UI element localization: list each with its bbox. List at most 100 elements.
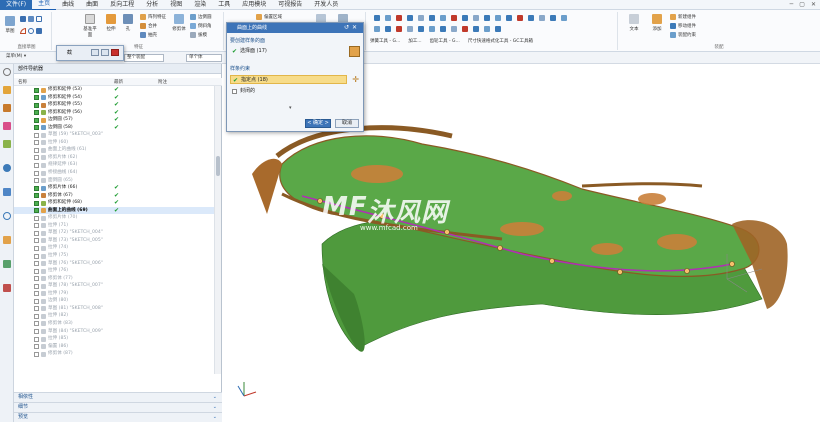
visibility-checkbox[interactable] — [34, 193, 39, 199]
feature-row[interactable]: 拉伸 (60) — [14, 139, 214, 147]
closed-checkbox[interactable] — [232, 89, 237, 94]
visibility-checkbox[interactable] — [34, 238, 39, 244]
visibility-checkbox[interactable] — [34, 170, 39, 176]
face-selection-icon[interactable] — [349, 46, 360, 57]
visibility-checkbox[interactable] — [34, 185, 39, 191]
trim-body-button[interactable]: 修剪体 — [172, 14, 186, 32]
visibility-checkbox[interactable] — [34, 110, 39, 116]
feature-row[interactable]: 修剪和延伸 (55) ✔ — [14, 101, 214, 109]
file-menu[interactable]: 文件(F) — [0, 0, 33, 10]
feature-row[interactable]: 拉伸 (75) — [14, 252, 214, 260]
visibility-checkbox[interactable] — [34, 329, 39, 334]
visibility-checkbox[interactable] — [34, 223, 39, 229]
chamfer-button[interactable]: 倒斜角 — [190, 23, 212, 29]
visibility-checkbox[interactable] — [34, 253, 39, 259]
dialog-title-bar[interactable]: 曲面上的曲线 ↺✕ — [227, 23, 363, 33]
menu-reverse-engineering[interactable]: 反向工程 — [104, 0, 140, 10]
mini-minimize-button[interactable] — [91, 49, 99, 56]
feature-row[interactable]: 拉伸 (76) — [14, 267, 214, 275]
spline-point[interactable] — [497, 245, 503, 251]
part-navigator-icon[interactable] — [3, 122, 11, 130]
mini-maximize-button[interactable] — [101, 49, 109, 56]
gc-tool-icon[interactable] — [506, 15, 512, 21]
column-latest[interactable]: 最新 — [114, 79, 123, 85]
gc-tool-icon[interactable] — [429, 15, 435, 21]
gc-tool-icon[interactable] — [462, 26, 468, 32]
gc-tool-icon[interactable] — [407, 15, 413, 21]
gc-tool-icon[interactable] — [539, 15, 545, 21]
gc-tool-icon[interactable] — [495, 26, 501, 32]
visibility-checkbox[interactable] — [34, 283, 39, 289]
machining-dropdown[interactable]: 加工... — [408, 38, 421, 44]
menu-developer[interactable]: 开发人员 — [308, 0, 344, 10]
spline-point[interactable] — [729, 261, 735, 267]
visibility-checkbox[interactable] — [34, 321, 39, 327]
profile-icon[interactable] — [20, 16, 26, 22]
visibility-checkbox[interactable] — [34, 245, 39, 251]
main-menu-button[interactable]: 菜单(M) ▾ — [4, 54, 34, 62]
circle-icon[interactable] — [28, 28, 34, 34]
visibility-checkbox[interactable] — [34, 155, 39, 161]
feature-row[interactable]: 草图 (84) "SKETCH_009" — [14, 328, 214, 336]
visibility-checkbox[interactable] — [34, 268, 39, 274]
feature-row[interactable]: 修剪片体 (62) — [14, 154, 214, 162]
assembly-scope-select[interactable]: 整个装配 — [124, 54, 164, 62]
visibility-checkbox[interactable] — [34, 178, 39, 184]
closed-checkbox-item[interactable]: 封闭的 — [230, 87, 347, 96]
sketch-button[interactable]: 草图 — [4, 16, 16, 34]
clock-icon[interactable] — [3, 212, 11, 220]
menu-application[interactable]: 应用模块 — [236, 0, 272, 10]
navigator-scrollbar[interactable] — [214, 86, 221, 374]
gc-tool-icon[interactable] — [418, 15, 424, 21]
section-face-to-spline[interactable]: 要创建样条的面 — [230, 37, 265, 44]
column-comment[interactable]: 附注 — [158, 79, 167, 85]
visibility-checkbox[interactable] — [34, 162, 39, 168]
feature-row[interactable]: 修剪和延伸 (56) ✔ — [14, 109, 214, 117]
feature-row[interactable]: 修剪体 (67) ✔ — [14, 192, 214, 200]
feature-row[interactable]: 规律延伸 (63) — [14, 161, 214, 169]
gc-tool-icon[interactable] — [374, 15, 380, 21]
assembly-navigator-icon[interactable] — [3, 86, 11, 94]
point-icon[interactable] — [36, 28, 42, 34]
scrollbar-thumb[interactable] — [216, 156, 220, 176]
add-component-button[interactable]: 添加 — [650, 14, 664, 32]
menu-visual-report[interactable]: 可视报告 — [272, 0, 308, 10]
feature-row[interactable]: 曲面上的曲线 (61) — [14, 146, 214, 154]
feature-row[interactable]: 拉伸 (71) — [14, 222, 214, 230]
feature-row[interactable]: 拉伸 (74) — [14, 244, 214, 252]
gc-tool-icon[interactable] — [385, 15, 391, 21]
visibility-checkbox[interactable] — [34, 132, 39, 138]
spline-point[interactable] — [549, 258, 555, 264]
visibility-checkbox[interactable] — [34, 102, 39, 108]
visibility-checkbox[interactable] — [34, 200, 39, 206]
assembly-constraint-button[interactable]: 装配约束 — [670, 32, 696, 38]
history-icon[interactable] — [3, 188, 11, 196]
accordion-preview[interactable]: 预览 ⌄ — [14, 412, 222, 422]
visibility-checkbox[interactable] — [34, 344, 39, 350]
close-button[interactable]: ✕ — [811, 1, 816, 8]
visibility-checkbox[interactable] — [34, 215, 39, 221]
feature-row[interactable]: 拉伸 (79) — [14, 290, 214, 298]
feature-row[interactable]: 边倒圆 (58) ✔ — [14, 124, 214, 132]
menu-analysis[interactable]: 分析 — [140, 0, 164, 10]
reset-icon[interactable]: ↺ — [344, 24, 352, 31]
menu-curve[interactable]: 曲线 — [56, 0, 80, 10]
unite-button[interactable]: 合并 — [140, 23, 157, 29]
feature-row[interactable]: 修剪片体 (70) — [14, 214, 214, 222]
accordion-details[interactable]: 细节 ⌄ — [14, 402, 222, 412]
menu-surface[interactable]: 曲面 — [80, 0, 104, 10]
visibility-checkbox[interactable] — [34, 351, 39, 357]
shell-button[interactable]: 抽壳 — [140, 32, 157, 38]
visibility-checkbox[interactable] — [34, 95, 39, 101]
feature-row[interactable]: 草图 (81) "SKETCH_008" — [14, 305, 214, 313]
maximize-button[interactable]: ▢ — [799, 1, 805, 8]
edge-blend-button[interactable]: 边倒圆 — [190, 14, 212, 20]
menu-tools[interactable]: 工具 — [212, 0, 236, 10]
constraint-navigator-icon[interactable] — [3, 104, 11, 112]
gc-tool-icon[interactable] — [440, 26, 446, 32]
gc-tool-icon[interactable] — [385, 26, 391, 32]
arc-icon[interactable] — [20, 28, 26, 34]
close-icon[interactable]: ✕ — [352, 24, 360, 31]
gc-tool-icon[interactable] — [451, 26, 457, 32]
feature-row[interactable]: 曲面上的曲线 (69) ✔ — [14, 206, 214, 215]
